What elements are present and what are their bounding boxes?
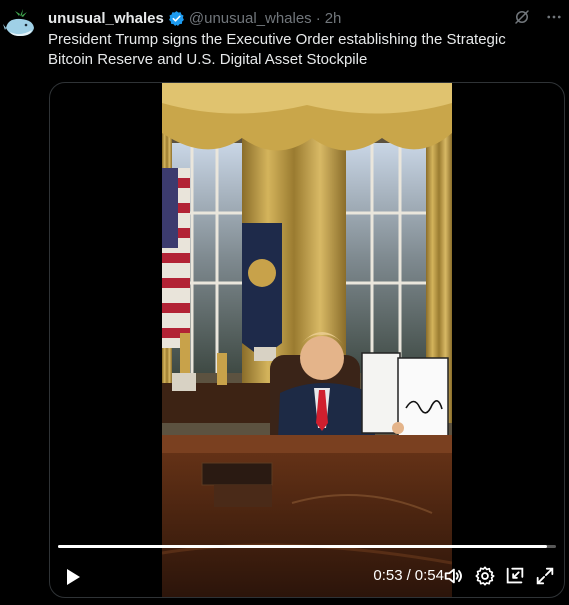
display-name[interactable]: unusual_whales [48, 10, 164, 27]
fullscreen-icon[interactable] [534, 565, 556, 592]
header-separator: · [315, 9, 321, 27]
volume-icon[interactable] [442, 565, 464, 592]
video-controls: 0:53 / 0:54 [50, 557, 564, 597]
tweet-text: President Trump signs the Executive Orde… [48, 31, 506, 68]
verified-badge-icon [168, 10, 185, 27]
video-player[interactable]: 0:53 / 0:54 [49, 82, 565, 598]
current-time: 0:53 [373, 567, 403, 584]
grok-icon[interactable] [513, 8, 531, 26]
video-progress-fill [58, 545, 547, 548]
play-icon[interactable] [64, 567, 82, 592]
avatar[interactable] [2, 6, 38, 42]
video-progress-bar[interactable] [58, 545, 556, 548]
settings-gear-icon[interactable] [474, 565, 496, 592]
time-separator: / [406, 567, 411, 584]
video-frame[interactable] [162, 83, 452, 597]
video-timecode: 0:53 / 0:54 [373, 567, 444, 584]
duration: 0:54 [414, 567, 444, 584]
timestamp[interactable]: 2h [325, 10, 342, 27]
picture-in-picture-icon[interactable] [504, 565, 526, 592]
video-frame-image [162, 83, 452, 597]
whale-logo-icon [3, 9, 34, 36]
tweet-header: unusual_whales @unusual_whales · 2h [48, 8, 565, 28]
header-actions [513, 8, 563, 26]
more-icon[interactable] [545, 8, 563, 26]
handle[interactable]: @unusual_whales [189, 10, 312, 27]
